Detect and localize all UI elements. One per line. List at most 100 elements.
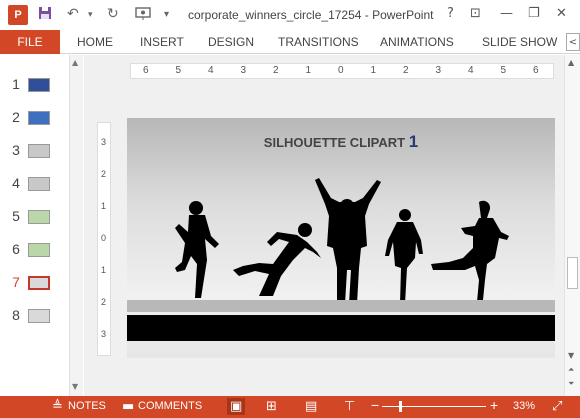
slide-thumbnail[interactable] (28, 78, 50, 92)
ribbon-scroll-button[interactable]: < (566, 33, 580, 51)
tab-home[interactable]: HOME (77, 35, 113, 49)
slideshow-view-icon[interactable]: ⊤ (344, 399, 355, 414)
ruler-label: 3 (435, 65, 442, 76)
ruler-label: 6 (143, 65, 149, 76)
ruler-label: 1 (305, 65, 312, 76)
horizontal-ruler: 6 5 4 3 2 1 0 1 2 3 4 5 6 (130, 63, 554, 79)
ruler-label: 5 (500, 65, 507, 76)
help-button[interactable]: ? (447, 6, 454, 21)
slide-number: 7 (12, 274, 20, 290)
slide-thumbnail-preview (30, 278, 48, 288)
slide-floor-band (127, 300, 555, 312)
silhouette-figure-1[interactable] (175, 201, 219, 298)
notes-icon[interactable]: ≜ (52, 399, 63, 414)
close-button[interactable]: ✕ (556, 6, 567, 21)
comments-icon[interactable]: ▬ (122, 399, 134, 414)
tab-design[interactable]: DESIGN (208, 35, 254, 49)
from-beginning-icon[interactable] (135, 6, 153, 24)
slide-sorter-icon[interactable]: ⊞ (266, 399, 277, 414)
ruler-label: 2 (273, 65, 279, 76)
slide-number: 2 (12, 109, 20, 125)
ruler-label: 3 (101, 137, 107, 147)
undo-dropdown-icon[interactable]: ▾ (88, 10, 93, 20)
slide-number: 5 (12, 208, 20, 224)
slide-thumbnail-preview (29, 112, 49, 124)
scroll-down-icon[interactable]: ▼ (72, 382, 78, 391)
ribbon-tabs: FILE HOME INSERT DESIGN TRANSITIONS ANIM… (0, 30, 580, 54)
tab-slide-show[interactable]: SLIDE SHOW (482, 35, 557, 49)
silhouette-figure-3[interactable] (315, 178, 381, 304)
reading-view-icon[interactable]: ▤ (305, 399, 317, 414)
ruler-label: 0 (101, 233, 107, 243)
zoom-out-button[interactable]: − (371, 397, 379, 413)
ruler-label: 5 (175, 65, 182, 76)
slide-thumbnail-preview (29, 211, 49, 223)
slide-thumbnail[interactable] (28, 111, 50, 125)
previous-slide-icon[interactable]: ⏶ (568, 365, 574, 375)
slide-thumbnail[interactable] (28, 177, 50, 191)
fit-slide-icon[interactable]: ⤢ (552, 399, 562, 414)
slide-thumbnail[interactable] (28, 243, 50, 257)
ruler-label: 0 (338, 65, 344, 76)
slide-number: 3 (12, 142, 20, 158)
slide-thumbnail[interactable] (28, 210, 50, 224)
ruler-label: 1 (101, 265, 107, 275)
notes-button[interactable]: NOTES (68, 400, 106, 412)
ruler-label: 1 (370, 65, 377, 76)
slide-number: 1 (12, 76, 20, 92)
ruler-label: 1 (101, 201, 107, 211)
silhouette-figure-4[interactable] (385, 209, 423, 304)
tab-insert[interactable]: INSERT (140, 35, 184, 49)
slide-number: 8 (12, 307, 20, 323)
slide-thumbnail-preview (29, 244, 49, 256)
silhouette-figure-5[interactable] (431, 200, 509, 302)
zoom-level[interactable]: 33% (513, 400, 535, 412)
undo-icon[interactable]: ↶ (67, 6, 79, 22)
zoom-slider-thumb[interactable] (399, 401, 402, 412)
scroll-up-icon[interactable]: ▲ (568, 58, 574, 67)
scroll-up-icon[interactable]: ▲ (72, 58, 78, 67)
ruler-label: 2 (101, 297, 107, 307)
status-bar: ≜ NOTES ▬ COMMENTS ▣ ⊞ ▤ ⊤ − + 33% ⤢ (0, 396, 580, 418)
window-title: corporate_winners_circle_17254 - PowerPo… (188, 8, 434, 22)
ruler-label: 3 (101, 329, 107, 339)
ribbon-display-options-icon[interactable]: ⊡ (470, 6, 481, 21)
next-slide-icon[interactable]: ⏷ (568, 379, 574, 389)
tab-animations[interactable]: ANIMATIONS (380, 35, 454, 49)
slide-thumbnail-preview (29, 79, 49, 91)
minimize-button[interactable]: — (500, 6, 513, 21)
slide-thumbnails-pane: 1 2 3 4 5 6 7 8 (0, 55, 68, 396)
slide-black-stripe (127, 315, 555, 341)
scroll-thumb[interactable] (567, 257, 578, 289)
thumbnails-scrollbar[interactable]: ▲ ▼ (69, 55, 83, 396)
powerpoint-logo-icon: P (8, 5, 28, 25)
slide-thumbnail-preview (29, 145, 49, 157)
slide-thumbnail-preview (29, 310, 49, 322)
slide-thumbnail[interactable] (28, 276, 50, 290)
ruler-label: 2 (101, 169, 107, 179)
ruler-label: 4 (468, 65, 474, 76)
slide-number: 6 (12, 241, 20, 257)
slide-thumbnail[interactable] (28, 309, 50, 323)
slide-canvas[interactable]: SILHOUETTE CLIPART 1 (127, 118, 555, 358)
restore-button[interactable]: ❐ (528, 6, 540, 21)
title-bar: P ↶ ▾ ↻ ▾ corporate_winners_circle_17254… (0, 0, 580, 30)
slide-number: 4 (12, 175, 20, 191)
redo-icon[interactable]: ↻ (107, 6, 119, 22)
tab-file[interactable]: FILE (0, 30, 60, 54)
save-icon[interactable] (38, 6, 52, 24)
silhouette-figure-2[interactable] (233, 223, 321, 296)
ruler-label: 2 (403, 65, 409, 76)
comments-button[interactable]: COMMENTS (138, 400, 202, 412)
slide-thumbnail[interactable] (28, 144, 50, 158)
slide-scrollbar[interactable]: ▲ ▼ ⏶ ⏷ (564, 55, 580, 396)
zoom-slider-track[interactable] (382, 406, 486, 407)
scroll-down-icon[interactable]: ▼ (568, 351, 574, 360)
customize-quick-access-icon[interactable]: ▾ (164, 9, 169, 20)
ruler-label: 3 (240, 65, 247, 76)
normal-view-icon[interactable]: ▣ (230, 399, 242, 414)
ruler-label: 4 (208, 65, 214, 76)
vertical-ruler: 3 2 1 0 1 2 3 (97, 122, 111, 356)
tab-transitions[interactable]: TRANSITIONS (278, 35, 359, 49)
zoom-in-button[interactable]: + (490, 397, 498, 413)
